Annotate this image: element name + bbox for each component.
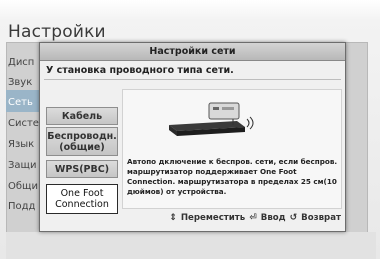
cable-option-button[interactable]: Кабель xyxy=(46,107,118,125)
device-router-illustration xyxy=(169,102,254,136)
enter-icon: ⏎ xyxy=(249,213,257,223)
settings-page-title: Настройки xyxy=(8,22,106,42)
wps-pbc-option-button[interactable]: WPS(PBC) xyxy=(46,160,118,178)
connection-description: Автопо дключение к беспров. сети, если б… xyxy=(127,157,338,196)
dialog-subtitle: У становка проводного типа сети. xyxy=(46,65,234,76)
one-foot-connection-option-button[interactable]: One Foot Connection xyxy=(46,184,118,214)
connection-info-panel: Автопо дключение к беспров. сети, если б… xyxy=(122,89,342,209)
move-hint: Переместить xyxy=(180,213,246,223)
dialog-title: Настройки сети xyxy=(40,43,345,61)
back-hint: Возврат xyxy=(301,213,341,223)
return-icon: ↺ xyxy=(289,213,298,223)
dialog-divider xyxy=(44,79,341,80)
background-bottom-bar xyxy=(6,232,376,259)
network-settings-dialog: Настройки сети У становка проводного тип… xyxy=(39,42,346,232)
dialog-footer-hints: ⇕ Переместить ⏎ Ввод ↺ Возврат xyxy=(169,213,341,223)
up-down-arrow-icon: ⇕ xyxy=(169,213,177,223)
wireless-general-option-button[interactable]: Беспроводн. (общие) xyxy=(46,127,118,156)
enter-hint: Ввод xyxy=(260,213,286,223)
